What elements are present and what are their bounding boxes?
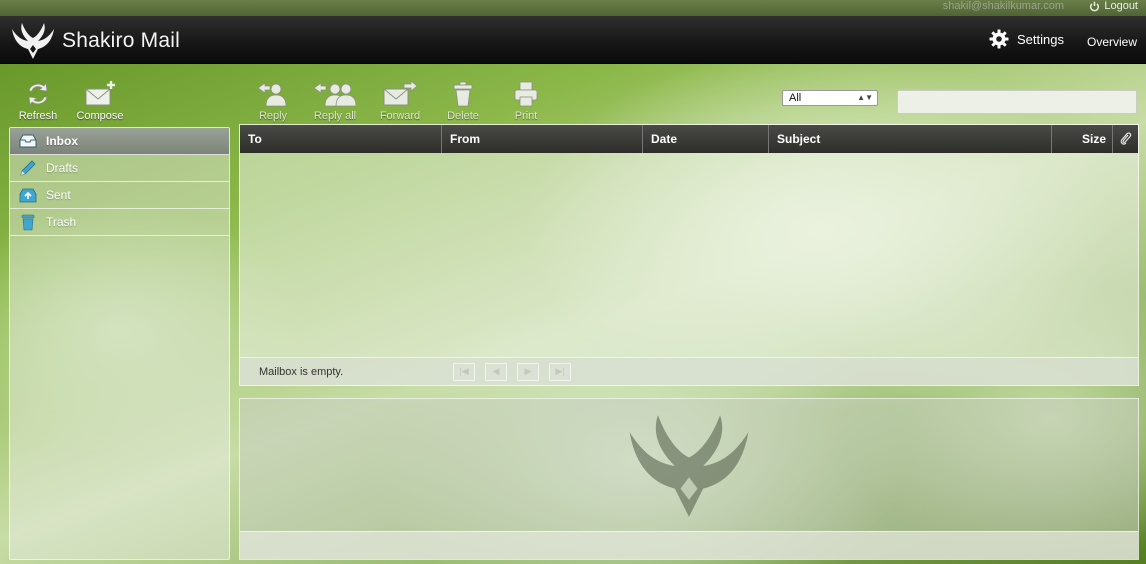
app-header: Shakiro Mail Settings Overview <box>0 16 1146 64</box>
column-to[interactable]: To <box>240 125 442 153</box>
forward-label: Forward <box>379 110 421 122</box>
folder-label: Inbox <box>46 134 78 148</box>
column-subject[interactable]: Subject <box>769 125 1052 153</box>
last-page-button[interactable]: ▶| <box>549 362 571 381</box>
overview-link[interactable]: Overview <box>1087 35 1137 49</box>
compose-icon <box>85 81 115 106</box>
filter-select[interactable]: All ▲▼ <box>782 90 878 106</box>
inbox-icon <box>19 134 37 148</box>
reply-all-button[interactable]: Reply all <box>305 80 365 122</box>
printer-icon <box>514 81 538 107</box>
user-email: shakil@shakilkumar.com <box>942 0 1064 12</box>
folder-list: Inbox Drafts Sent Trash <box>9 127 230 560</box>
forward-icon <box>383 80 418 106</box>
last-page-icon: ▶| <box>555 366 565 376</box>
reply-icon <box>257 82 287 107</box>
message-list-body <box>240 153 1138 357</box>
paperclip-icon <box>1120 132 1131 145</box>
message-preview-pane <box>239 398 1139 560</box>
settings-button[interactable]: Settings <box>989 29 1064 49</box>
compose-button[interactable]: Compose <box>70 80 130 122</box>
column-attachment[interactable] <box>1113 125 1138 153</box>
pencil-icon <box>20 160 36 176</box>
first-page-button[interactable]: |◀ <box>453 362 475 381</box>
wings-watermark-icon <box>629 415 749 517</box>
delete-button[interactable]: Delete <box>433 80 493 122</box>
reply-all-label: Reply all <box>313 110 357 122</box>
refresh-button[interactable]: Refresh <box>8 80 68 122</box>
folder-label: Sent <box>46 188 71 202</box>
wings-logo-icon <box>12 23 54 59</box>
logout-label: Logout <box>1104 0 1138 12</box>
reply-all-icon <box>313 82 357 107</box>
refresh-label: Refresh <box>18 110 58 122</box>
column-from[interactable]: From <box>442 125 643 153</box>
reply-label: Reply <box>258 110 288 122</box>
folder-inbox[interactable]: Inbox <box>10 128 229 155</box>
folder-sent[interactable]: Sent <box>10 182 229 209</box>
previous-page-button[interactable]: ◀ <box>485 362 507 381</box>
search-input[interactable] <box>897 90 1137 114</box>
brand-name: Shakiro Mail <box>62 29 180 52</box>
folder-label: Drafts <box>46 161 79 175</box>
delete-label: Delete <box>447 110 479 122</box>
preview-bottom-bar <box>240 531 1138 559</box>
power-icon <box>1090 1 1100 11</box>
column-size[interactable]: Size <box>1052 125 1113 153</box>
first-page-icon: |◀ <box>459 366 469 376</box>
empty-mailbox-message: Mailbox is empty. <box>259 365 344 378</box>
folder-drafts[interactable]: Drafts <box>10 155 229 182</box>
trash-icon <box>453 81 473 107</box>
logo: Shakiro Mail <box>10 21 180 61</box>
top-strip: shakil@shakilkumar.com Logout <box>0 0 1146 16</box>
folder-label: Trash <box>46 215 77 229</box>
select-arrows-icon: ▲▼ <box>857 93 873 102</box>
folder-trash[interactable]: Trash <box>10 209 229 236</box>
print-label: Print <box>514 110 538 122</box>
filter-selected-value: All <box>789 92 802 104</box>
settings-label: Settings <box>1017 31 1064 47</box>
column-date[interactable]: Date <box>643 125 769 153</box>
trash-icon <box>21 214 35 231</box>
print-button[interactable]: Print <box>496 80 556 122</box>
refresh-icon <box>28 81 48 107</box>
forward-button[interactable]: Forward <box>370 80 430 122</box>
pagination-bar: Mailbox is empty. |◀ ◀ ▶ ▶| <box>240 357 1138 385</box>
message-list-header: To From Date Subject Size <box>240 125 1138 153</box>
logout-link[interactable]: Logout <box>1089 0 1138 12</box>
next-page-icon: ▶ <box>524 366 532 376</box>
compose-label: Compose <box>76 110 124 122</box>
message-list-panel: To From Date Subject Size Mailbox is emp… <box>239 124 1139 386</box>
reply-button[interactable]: Reply <box>243 80 303 122</box>
sent-icon <box>19 188 37 203</box>
next-page-button[interactable]: ▶ <box>517 362 539 381</box>
previous-page-icon: ◀ <box>492 366 500 376</box>
gear-icon <box>989 29 1009 49</box>
